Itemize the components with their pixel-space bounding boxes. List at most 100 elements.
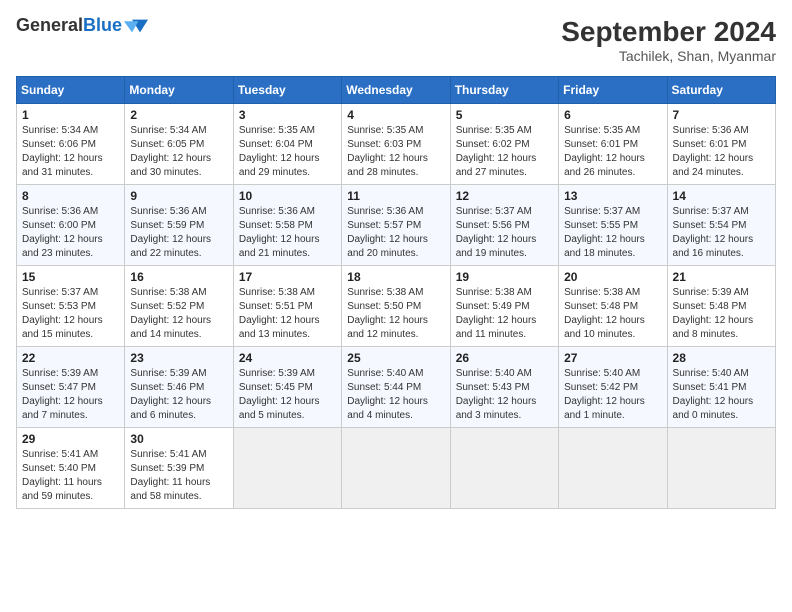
calendar-cell: 21 Sunrise: 5:39 AMSunset: 5:48 PMDayligh… (667, 266, 775, 347)
day-of-week-header: Tuesday (233, 77, 341, 104)
calendar-cell: 22 Sunrise: 5:39 AMSunset: 5:47 PMDayligh… (17, 347, 125, 428)
day-info: Sunrise: 5:38 AMSunset: 5:49 PMDaylight:… (456, 286, 553, 342)
day-number: 16 (130, 270, 227, 284)
calendar-week-row: 8Sunrise: 5:36 AMSunset: 6:00 PMDaylight… (17, 185, 776, 266)
day-info: Sunrise: 5:37 AMSunset: 5:55 PMDaylight:… (564, 205, 661, 261)
day-info: Sunrise: 5:40 AMSunset: 5:43 PMDaylight:… (456, 367, 553, 423)
day-info: Sunrise: 5:38 AMSunset: 5:48 PMDaylight:… (564, 286, 661, 342)
calendar-cell: 28 Sunrise: 5:40 AMSunset: 5:41 PMDayligh… (667, 347, 775, 428)
calendar-cell: 11 Sunrise: 5:36 AMSunset: 5:57 PMDayligh… (342, 185, 450, 266)
day-number: 10 (239, 189, 336, 203)
calendar-cell: 25 Sunrise: 5:40 AMSunset: 5:44 PMDayligh… (342, 347, 450, 428)
day-info: Sunrise: 5:39 AMSunset: 5:48 PMDaylight:… (673, 286, 770, 342)
day-number: 7 (673, 108, 770, 122)
calendar-cell: 27 Sunrise: 5:40 AMSunset: 5:42 PMDayligh… (559, 347, 667, 428)
calendar-cell: 29 Sunrise: 5:41 AMSunset: 5:40 PMDayligh… (17, 428, 125, 509)
day-number: 11 (347, 189, 444, 203)
day-info: Sunrise: 5:34 AMSunset: 6:05 PMDaylight:… (130, 124, 227, 180)
calendar-week-row: 1 Sunrise: 5:34 AMSunset: 6:06 PMDaylight… (17, 104, 776, 185)
title-block: September 2024 Tachilek, Shan, Myanmar (561, 16, 776, 64)
day-info: Sunrise: 5:35 AMSunset: 6:01 PMDaylight:… (564, 124, 661, 180)
day-info: Sunrise: 5:35 AMSunset: 6:03 PMDaylight:… (347, 124, 444, 180)
calendar-cell: 30Sunrise: 5:41 AMSunset: 5:39 PMDayligh… (125, 428, 233, 509)
calendar-table: SundayMondayTuesdayWednesdayThursdayFrid… (16, 76, 776, 509)
calendar-cell: 1 Sunrise: 5:34 AMSunset: 6:06 PMDaylight… (17, 104, 125, 185)
calendar-week-row: 15 Sunrise: 5:37 AMSunset: 5:53 PMDayligh… (17, 266, 776, 347)
day-number: 28 (673, 351, 770, 365)
logo: GeneralBlue (16, 16, 148, 36)
calendar-cell (342, 428, 450, 509)
day-of-week-header: Saturday (667, 77, 775, 104)
day-info: Sunrise: 5:39 AMSunset: 5:47 PMDaylight:… (22, 367, 119, 423)
day-number: 14 (673, 189, 770, 203)
day-number: 20 (564, 270, 661, 284)
calendar-cell: 5 Sunrise: 5:35 AMSunset: 6:02 PMDaylight… (450, 104, 558, 185)
calendar-cell: 18Sunrise: 5:38 AMSunset: 5:50 PMDayligh… (342, 266, 450, 347)
day-of-week-header: Thursday (450, 77, 558, 104)
day-number: 21 (673, 270, 770, 284)
calendar-cell: 23Sunrise: 5:39 AMSunset: 5:46 PMDayligh… (125, 347, 233, 428)
location: Tachilek, Shan, Myanmar (561, 48, 776, 64)
calendar-cell (450, 428, 558, 509)
calendar-cell: 7 Sunrise: 5:36 AMSunset: 6:01 PMDaylight… (667, 104, 775, 185)
day-info: Sunrise: 5:36 AMSunset: 6:00 PMDaylight:… (22, 205, 119, 261)
day-number: 4 (347, 108, 444, 122)
calendar-week-row: 22 Sunrise: 5:39 AMSunset: 5:47 PMDayligh… (17, 347, 776, 428)
day-info: Sunrise: 5:35 AMSunset: 6:02 PMDaylight:… (456, 124, 553, 180)
day-info: Sunrise: 5:36 AMSunset: 6:01 PMDaylight:… (673, 124, 770, 180)
calendar-cell: 2 Sunrise: 5:34 AMSunset: 6:05 PMDaylight… (125, 104, 233, 185)
calendar-cell: 9Sunrise: 5:36 AMSunset: 5:59 PMDaylight… (125, 185, 233, 266)
day-number: 2 (130, 108, 227, 122)
day-info: Sunrise: 5:36 AMSunset: 5:58 PMDaylight:… (239, 205, 336, 261)
calendar-cell: 12 Sunrise: 5:37 AMSunset: 5:56 PMDayligh… (450, 185, 558, 266)
day-number: 9 (130, 189, 227, 203)
month-title: September 2024 (561, 16, 776, 48)
calendar-cell (559, 428, 667, 509)
day-number: 12 (456, 189, 553, 203)
day-number: 29 (22, 432, 119, 446)
day-number: 3 (239, 108, 336, 122)
day-info: Sunrise: 5:39 AMSunset: 5:45 PMDaylight:… (239, 367, 336, 423)
day-info: Sunrise: 5:37 AMSunset: 5:56 PMDaylight:… (456, 205, 553, 261)
day-number: 24 (239, 351, 336, 365)
day-number: 15 (22, 270, 119, 284)
day-info: Sunrise: 5:39 AMSunset: 5:46 PMDaylight:… (130, 367, 227, 423)
day-info: Sunrise: 5:40 AMSunset: 5:42 PMDaylight:… (564, 367, 661, 423)
day-number: 22 (22, 351, 119, 365)
day-number: 5 (456, 108, 553, 122)
day-number: 30 (130, 432, 227, 446)
day-info: Sunrise: 5:40 AMSunset: 5:41 PMDaylight:… (673, 367, 770, 423)
calendar-cell (667, 428, 775, 509)
day-number: 6 (564, 108, 661, 122)
day-number: 26 (456, 351, 553, 365)
calendar-cell: 14 Sunrise: 5:37 AMSunset: 5:54 PMDayligh… (667, 185, 775, 266)
day-of-week-header: Sunday (17, 77, 125, 104)
calendar-cell: 15 Sunrise: 5:37 AMSunset: 5:53 PMDayligh… (17, 266, 125, 347)
day-of-week-header: Monday (125, 77, 233, 104)
day-number: 13 (564, 189, 661, 203)
day-info: Sunrise: 5:35 AMSunset: 6:04 PMDaylight:… (239, 124, 336, 180)
calendar-header-row: SundayMondayTuesdayWednesdayThursdayFrid… (17, 77, 776, 104)
day-info: Sunrise: 5:38 AMSunset: 5:52 PMDaylight:… (130, 286, 227, 342)
day-info: Sunrise: 5:37 AMSunset: 5:54 PMDaylight:… (673, 205, 770, 261)
calendar-cell: 10 Sunrise: 5:36 AMSunset: 5:58 PMDayligh… (233, 185, 341, 266)
day-info: Sunrise: 5:40 AMSunset: 5:44 PMDaylight:… (347, 367, 444, 423)
calendar-cell (233, 428, 341, 509)
day-number: 25 (347, 351, 444, 365)
day-of-week-header: Friday (559, 77, 667, 104)
logo-icon (124, 18, 148, 34)
calendar-cell: 17Sunrise: 5:38 AMSunset: 5:51 PMDayligh… (233, 266, 341, 347)
day-info: Sunrise: 5:36 AMSunset: 5:57 PMDaylight:… (347, 205, 444, 261)
day-info: Sunrise: 5:37 AMSunset: 5:53 PMDaylight:… (22, 286, 119, 342)
calendar-cell: 3 Sunrise: 5:35 AMSunset: 6:04 PMDaylight… (233, 104, 341, 185)
logo-text: GeneralBlue (16, 16, 122, 36)
day-number: 1 (22, 108, 119, 122)
day-info: Sunrise: 5:41 AMSunset: 5:40 PMDaylight:… (22, 448, 119, 504)
day-info: Sunrise: 5:34 AMSunset: 6:06 PMDaylight:… (22, 124, 119, 180)
calendar-cell: 16 Sunrise: 5:38 AMSunset: 5:52 PMDayligh… (125, 266, 233, 347)
day-number: 19 (456, 270, 553, 284)
calendar-cell: 6 Sunrise: 5:35 AMSunset: 6:01 PMDaylight… (559, 104, 667, 185)
day-number: 18 (347, 270, 444, 284)
day-number: 27 (564, 351, 661, 365)
calendar-cell: 13 Sunrise: 5:37 AMSunset: 5:55 PMDayligh… (559, 185, 667, 266)
